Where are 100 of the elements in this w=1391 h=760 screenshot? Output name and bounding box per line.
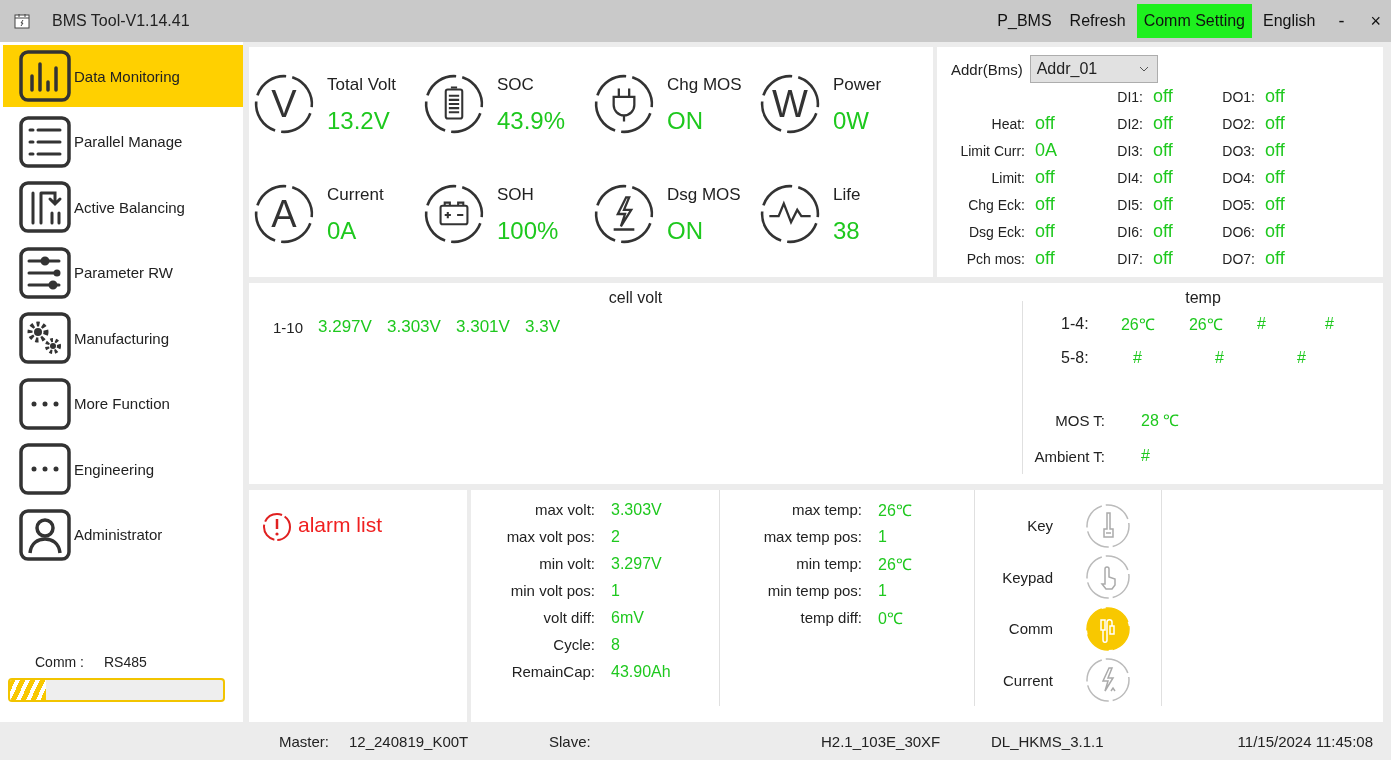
stat-value: 8 [611, 635, 621, 654]
stat-value: 1 [611, 581, 621, 600]
stat-label: Cycle: [552, 636, 596, 653]
status-value: off [1153, 86, 1174, 107]
stat-value: 6mV [611, 608, 645, 627]
status-label: DO6: [1221, 223, 1256, 240]
balance-icon [19, 181, 71, 233]
sidebar-item[interactable]: Data Monitoring [3, 45, 243, 107]
battery-icon [423, 73, 485, 135]
stat-value: 26℃ [878, 500, 913, 521]
sidebar-item[interactable]: Administrator [3, 503, 243, 566]
status-value: off [1035, 113, 1056, 134]
chevron-down-icon [1138, 66, 1149, 72]
status-label: DI7: [1116, 250, 1144, 267]
status-label: DO4: [1221, 169, 1256, 186]
section-title: cell volt [607, 289, 664, 308]
indicator-label: Keypad [1001, 568, 1054, 586]
sidebar-item[interactable]: Manufacturing [3, 307, 243, 369]
metric-label: Total Volt [327, 75, 396, 95]
stat-value: 3.297V [611, 554, 663, 573]
alert-icon [262, 512, 292, 542]
window-title: BMS Tool-V1.14.41 [52, 12, 190, 30]
chart-icon [19, 50, 71, 102]
status-label: DI1: [1116, 88, 1144, 105]
mos-temp-label: MOS T: [1054, 411, 1106, 429]
person-icon [19, 508, 71, 561]
metric-label: Power [833, 75, 882, 95]
metric-label: Chg MOS [667, 75, 742, 95]
stat-value: 3.303V [611, 500, 663, 519]
menu-item[interactable]: Refresh [1062, 4, 1133, 38]
stat-value: 1 [878, 527, 888, 546]
status-value: off [1035, 221, 1056, 242]
sidebar-item[interactable]: Engineering [3, 438, 243, 500]
status-value: off [1153, 167, 1174, 188]
status-label: DI4: [1116, 169, 1144, 186]
symbol-label: V [271, 85, 297, 123]
stat-value: 0℃ [878, 608, 904, 629]
close-button[interactable]: × [1360, 4, 1391, 38]
status-value: off [1153, 221, 1174, 242]
status-value: off [1265, 140, 1286, 161]
status-value: 0A [1035, 140, 1059, 161]
sidebar-item[interactable]: More Function [3, 372, 243, 435]
stat-label: volt diff: [542, 609, 596, 626]
stat-label: temp diff: [799, 609, 863, 626]
circle-icon [253, 183, 315, 246]
comm-label: Comm : [35, 654, 84, 670]
sidebar-item[interactable]: Parallel Manage [3, 110, 243, 173]
status-label: DI3: [1116, 142, 1144, 159]
alarm-list-label: alarm list [298, 513, 382, 537]
status-label: DO7: [1221, 250, 1256, 267]
status-label: Limit: [990, 169, 1026, 186]
temperature-value: 26℃ [1187, 315, 1224, 336]
sidebar-item[interactable]: Active Balancing [3, 176, 243, 238]
section-title: temp [1184, 289, 1222, 308]
temperature-value: # [1324, 315, 1335, 334]
slave-label: Slave: [549, 732, 592, 750]
metric-label: SOC [497, 75, 535, 95]
menu-item[interactable]: P_BMS [990, 4, 1059, 38]
status-value: off [1265, 248, 1286, 269]
metric-label: Life [833, 185, 861, 206]
temperature-value: # [1296, 349, 1307, 368]
metric-value: 100% [497, 217, 559, 246]
menu-item[interactable]: English [1256, 4, 1323, 38]
circle-icon [759, 73, 821, 135]
dots-icon [19, 377, 71, 430]
status-label: DI2: [1116, 115, 1144, 132]
sidebar-item[interactable]: Parameter RW [3, 241, 243, 304]
status-value: off [1153, 194, 1174, 215]
date-time: 11/15/2024 11:45:08 [1237, 732, 1373, 750]
ambient-temp-label: Ambient T: [1033, 447, 1106, 465]
addr-dropdown[interactable]: Addr_01 [1029, 55, 1158, 83]
cell-voltage: 3.303V [387, 317, 442, 338]
stat-label: max volt: [534, 501, 596, 518]
status-label: Dsg Eck: [968, 223, 1026, 240]
row-label: 1-10 [273, 318, 305, 336]
addr-label: Addr(Bms) [951, 60, 1023, 78]
status-value: off [1153, 248, 1174, 269]
stat-label: min volt: [538, 555, 596, 572]
status-value: off [1035, 248, 1056, 269]
mos-temp-value: 28 ℃ [1141, 411, 1180, 431]
symbol-label: W [772, 85, 808, 123]
lightning-icon [593, 183, 655, 246]
status-label: Heat: [990, 115, 1026, 132]
stat-value: 1 [878, 581, 888, 600]
comm-value: RS485 [104, 654, 147, 670]
stat-label: max volt pos: [505, 528, 596, 545]
cell-voltage: 3.301V [456, 317, 511, 338]
status-value: off [1153, 113, 1174, 134]
stat-value: 43.90Ah [611, 662, 672, 681]
status-value: off [1265, 221, 1286, 242]
minimize-button[interactable]: - [1328, 4, 1355, 38]
row-label: 1-4: [1061, 315, 1090, 334]
status-value: off [1265, 113, 1286, 134]
menu-item[interactable]: Comm Setting [1136, 4, 1252, 38]
symbol-label: A [271, 195, 297, 234]
metric-label: SOH [497, 185, 535, 206]
stat-label: min volt pos: [509, 582, 596, 599]
app-icon [14, 13, 30, 29]
stat-label: min temp: [795, 555, 863, 572]
row-label: 5-8: [1061, 349, 1090, 368]
